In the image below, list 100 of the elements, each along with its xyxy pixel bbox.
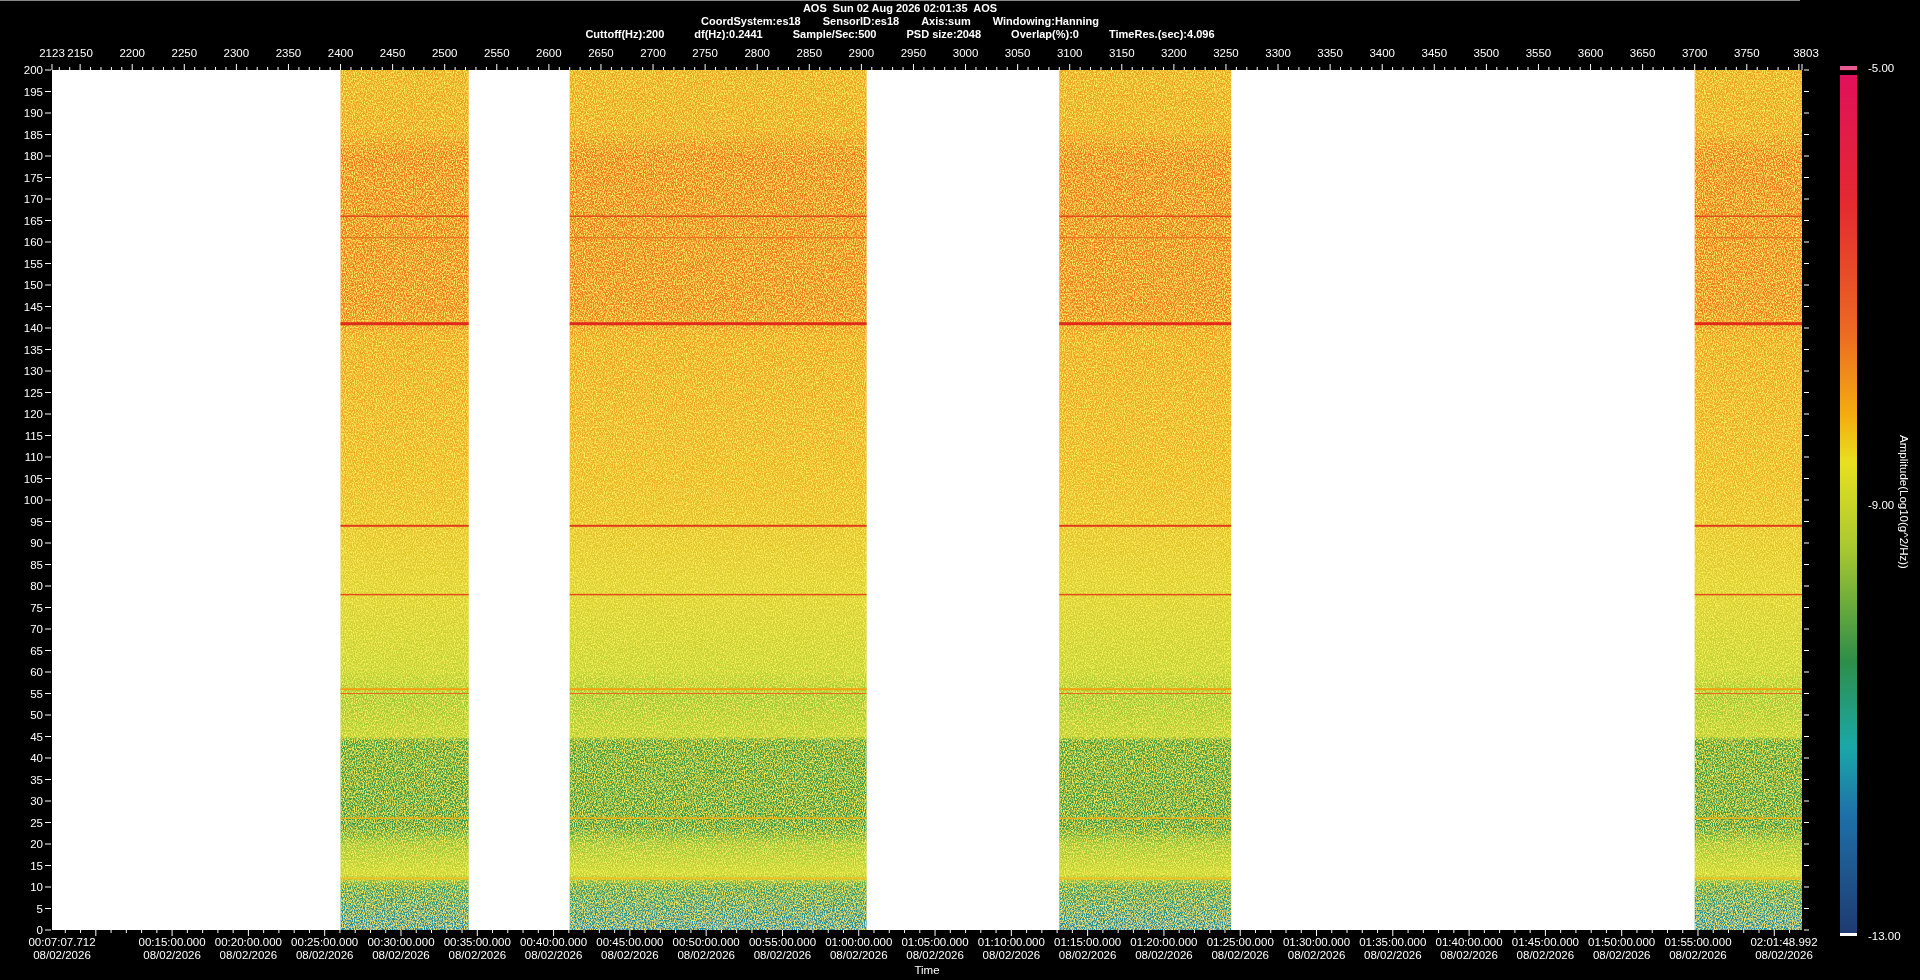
axis-label: 70: [30, 623, 43, 635]
axis-label: 160: [23, 236, 43, 248]
axis-label: 105: [23, 472, 43, 485]
time-label: 00:55:00.000 08/02/2026: [748, 936, 817, 961]
axis-label: 25: [30, 816, 43, 829]
axis-label: 3750: [1734, 47, 1760, 59]
info-label: PSD size:2048: [906, 28, 982, 41]
axis-label: 2750: [692, 47, 718, 59]
time-label: 00:20:00.000 08/02/2026: [214, 936, 282, 961]
axis-label: 85: [30, 558, 43, 571]
time-label: 00:07:07.712 08/02/2026: [28, 936, 96, 961]
axis-label: 0: [36, 924, 43, 936]
time-label: 00:25:00.000 08/02/2026: [291, 936, 359, 961]
axis-label: 2600: [536, 47, 562, 59]
time-label: 00:15:00.000 08/02/2026: [138, 936, 206, 961]
axis-label: 3050: [1004, 47, 1031, 59]
axis-label: 175: [23, 171, 43, 184]
axis-label: 50: [30, 709, 43, 721]
time-label: 01:50:00.000 08/02/2026: [1588, 936, 1656, 961]
info-label: Axis:sum: [921, 15, 971, 28]
axis-label: 3000: [952, 47, 979, 59]
axis-label: 2150: [67, 47, 93, 59]
info-label: Cuttoff(Hz):200: [585, 28, 665, 41]
axis-label: 10: [30, 881, 43, 893]
time-label: 01:55:00.000 08/02/2026: [1664, 936, 1732, 961]
time-label: 01:45:00.000 08/02/2026: [1511, 936, 1579, 961]
time-label: 00:30:00.000 08/02/2026: [367, 936, 435, 961]
time-label: 00:45:00.000 08/02/2026: [596, 936, 664, 961]
time-label: 01:00:00.000 08/02/2026: [825, 936, 893, 961]
axis-label: 20: [30, 838, 43, 850]
plot-title: AOS Sun 02 Aug 2026 02:01:35 AOS: [802, 2, 998, 15]
axis-label: 45: [30, 730, 43, 743]
axis-label: 75: [30, 601, 43, 614]
axis-label: 190: [23, 107, 43, 119]
axis-label: 3650: [1629, 47, 1656, 59]
info-label: SensorID:es18: [822, 15, 900, 28]
axis-label: 40: [30, 752, 43, 764]
axis-label: 3150: [1109, 47, 1135, 59]
axis-label: 150: [23, 279, 43, 291]
axis-label: 180: [23, 150, 43, 162]
axis-label: 3500: [1473, 47, 1500, 59]
axis-label: 90: [30, 537, 43, 549]
time-label: 01:30:00.000 08/02/2026: [1282, 936, 1351, 961]
axis-label: 2900: [848, 47, 875, 59]
time-label: 01:10:00.000 08/02/2026: [977, 936, 1045, 961]
axis-label: 125: [23, 386, 43, 399]
axis-label: 115: [24, 429, 43, 442]
axis-label: 3400: [1369, 47, 1395, 59]
axis-label: 165: [23, 214, 43, 227]
axis-label: 130: [23, 365, 43, 377]
time-label: 01:35:00.000 08/02/2026: [1359, 936, 1427, 961]
time-label: 01:25:00.000 08/02/2026: [1206, 936, 1274, 961]
axis-label: 2550: [484, 47, 510, 59]
axis-label: 30: [30, 795, 43, 807]
axis-label: 2450: [379, 47, 406, 59]
time-label: 01:15:00.000 08/02/2026: [1054, 936, 1122, 961]
axis-label: 95: [30, 515, 43, 528]
axis-label: 3700: [1681, 47, 1708, 59]
axis-label: 2250: [171, 47, 198, 59]
axis-label: 2300: [223, 47, 250, 59]
axis-label: 170: [23, 193, 43, 205]
axis-label: 55: [30, 687, 43, 700]
info-label: Overlap(%):0: [1011, 28, 1079, 41]
axis-label: 2950: [900, 47, 927, 59]
axis-label: 2650: [588, 47, 614, 59]
axis-label: 3250: [1213, 47, 1239, 59]
axis-label: 3200: [1161, 47, 1187, 59]
time-label: 01:40:00.000 08/02/2026: [1435, 936, 1503, 961]
axis-label: 3450: [1421, 47, 1448, 59]
axis-label: 120: [23, 408, 43, 420]
axis-label: 3550: [1525, 47, 1552, 59]
info-label: Sample/Sec:500: [792, 28, 877, 41]
axis-label: 140: [23, 322, 43, 334]
axis-label: 3350: [1317, 47, 1343, 59]
axis-label: 80: [30, 580, 43, 592]
axis-label: 2500: [431, 47, 458, 59]
axis-title: Time: [914, 964, 940, 976]
axis-label: 2350: [275, 47, 302, 59]
axis-label: 5: [36, 902, 43, 915]
axis-label: 135: [23, 343, 43, 356]
axis-label: 2400: [327, 47, 354, 59]
axis-label: 100: [23, 494, 43, 506]
axis-label: 110: [24, 451, 43, 463]
colorbar-label: -9.00: [1868, 499, 1895, 511]
info-label: df(Hz):0.2441: [694, 28, 763, 41]
axis-label: 3100: [1056, 47, 1083, 59]
axis-label: 185: [23, 128, 43, 141]
time-label: 00:35:00.000 08/02/2026: [443, 936, 511, 961]
axis-label: 155: [23, 257, 43, 270]
time-label: 00:50:00.000 08/02/2026: [672, 936, 740, 961]
axis-label: 60: [30, 666, 43, 678]
colorbar-label: -5.00: [1868, 62, 1895, 74]
info-label: TimeRes.(sec):4.096: [1108, 28, 1215, 41]
time-label: 02:01:48.992 08/02/2026: [1750, 936, 1818, 961]
axis-label: 2200: [119, 47, 145, 59]
axis-label: 2700: [640, 47, 666, 59]
time-label: 01:05:00.000 08/02/2026: [901, 936, 969, 961]
time-label: 01:20:00.000 08/02/2026: [1130, 936, 1198, 961]
axis-label: 35: [30, 773, 43, 786]
axis-label: 200: [23, 64, 43, 76]
